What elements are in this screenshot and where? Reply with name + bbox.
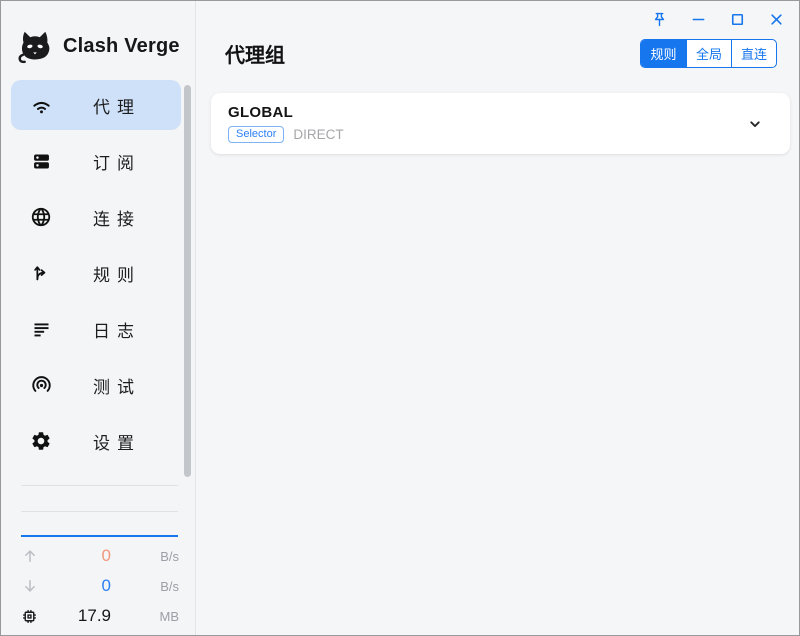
upload-speed-row: 0 B/s [21, 541, 179, 571]
fork-arrow-icon [29, 261, 53, 285]
broadcast-icon [29, 373, 53, 397]
proxy-group-name: GLOBAL [228, 104, 293, 121]
sidebar-item-label: 订阅 [93, 149, 141, 174]
wifi-icon [29, 93, 53, 117]
sidebar-item-rules[interactable]: 规则 [11, 248, 181, 298]
dns-icon [29, 149, 53, 173]
sidebar: Clash Verge 代理 订阅 [1, 1, 196, 635]
sidebar-item-test[interactable]: 测试 [11, 360, 181, 410]
sidebar-traffic-panel: 0 B/s 0 B/s 17.9 MB [1, 479, 195, 635]
maximize-button[interactable] [725, 8, 749, 30]
chevron-down-icon[interactable] [744, 113, 766, 135]
divider [21, 511, 178, 512]
sidebar-item-profiles[interactable]: 订阅 [11, 136, 181, 186]
group-type-badge: Selector [228, 126, 284, 143]
sidebar-item-proxies[interactable]: 代理 [11, 80, 181, 130]
log-lines-icon [29, 317, 53, 341]
sidebar-item-label: 连接 [93, 205, 141, 230]
page-title: 代理组 [225, 39, 285, 68]
page-header: 代理组 规则 全局 直连 [225, 38, 777, 68]
minimize-button[interactable] [686, 8, 710, 30]
sidebar-nav: 代理 订阅 连接 [1, 80, 195, 466]
proxy-group-subline: Selector DIRECT [228, 126, 344, 143]
mode-rule-button[interactable]: 规则 [641, 40, 686, 67]
sidebar-item-label: 测试 [93, 373, 141, 398]
sidebar-item-connections[interactable]: 连接 [11, 192, 181, 242]
mode-global-button[interactable]: 全局 [686, 40, 731, 67]
memory-usage-row: 17.9 MB [21, 601, 179, 631]
sidebar-item-label: 规则 [93, 261, 141, 286]
memory-usage-value: 17.9 [45, 606, 111, 626]
proxy-mode-switch: 规则 全局 直连 [640, 39, 777, 68]
current-proxy-label: DIRECT [293, 127, 343, 142]
app-title: Clash Verge [63, 35, 180, 58]
sidebar-item-label: 设置 [93, 429, 141, 454]
proxy-group-card[interactable]: GLOBAL Selector DIRECT [211, 93, 790, 154]
arrow-up-icon [21, 547, 45, 565]
cat-logo-icon [16, 28, 54, 64]
download-speed-value: 0 [45, 576, 111, 596]
sidebar-item-label: 日志 [93, 317, 141, 342]
download-speed-unit: B/s [111, 579, 179, 594]
close-button[interactable] [764, 8, 788, 30]
app-logo-row: Clash Verge [1, 1, 195, 80]
sidebar-scrollbar-thumb[interactable] [184, 85, 191, 477]
arrow-down-icon [21, 577, 45, 595]
sidebar-item-logs[interactable]: 日志 [11, 304, 181, 354]
divider [21, 485, 178, 486]
gear-icon [29, 429, 53, 453]
globe-icon [29, 205, 53, 229]
download-speed-row: 0 B/s [21, 571, 179, 601]
memory-usage-unit: MB [111, 609, 179, 624]
sidebar-item-label: 代理 [93, 93, 141, 118]
upload-speed-value: 0 [45, 546, 111, 566]
window-controls [647, 8, 788, 30]
memory-chip-icon [21, 608, 45, 625]
upload-speed-unit: B/s [111, 549, 179, 564]
traffic-graph-baseline [21, 535, 178, 537]
pin-window-button[interactable] [647, 8, 671, 30]
main-area: 代理组 规则 全局 直连 GLOBAL Selector DIRECT [196, 1, 799, 635]
mode-direct-button[interactable]: 直连 [731, 40, 776, 67]
clash-verge-window: { "app": { "name": "Clash Verge" }, "win… [0, 0, 800, 636]
sidebar-item-settings[interactable]: 设置 [11, 416, 181, 466]
